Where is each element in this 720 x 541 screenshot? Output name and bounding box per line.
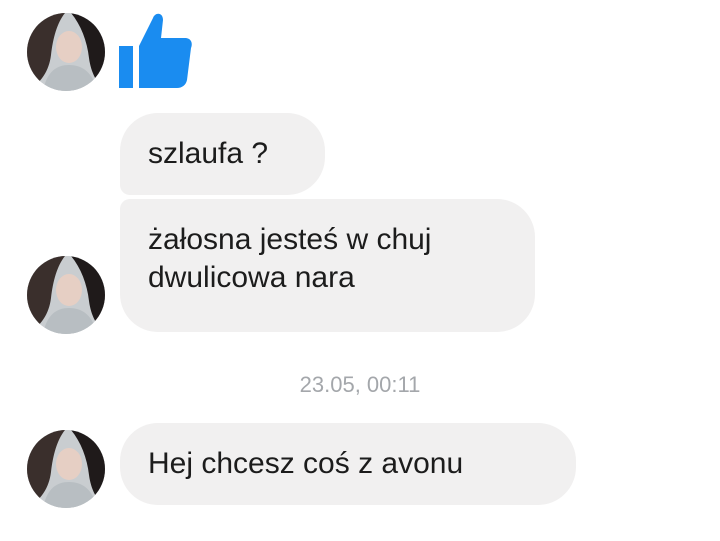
thumbs-up-icon[interactable] bbox=[117, 10, 193, 90]
message-text: dwulicowa nara bbox=[148, 261, 355, 294]
message-text: Hej chcesz coś z avonu bbox=[148, 447, 464, 480]
message-text: żałosna jesteś w chuj bbox=[148, 223, 432, 256]
message-text: szlaufa ? bbox=[148, 137, 269, 170]
message-bubble[interactable]: szlaufa ? bbox=[120, 113, 325, 195]
avatar[interactable] bbox=[27, 430, 105, 508]
message-timestamp: 23.05, 00:11 bbox=[299, 372, 421, 397]
chat-thread: szlaufa ? żałosna jesteś w chuj dwulicow… bbox=[0, 0, 720, 541]
avatar[interactable] bbox=[27, 13, 105, 91]
avatar[interactable] bbox=[27, 256, 105, 334]
message-bubble[interactable]: żałosna jesteś w chuj dwulicowa nara bbox=[120, 199, 535, 332]
message-bubble[interactable]: Hej chcesz coś z avonu bbox=[120, 423, 576, 505]
